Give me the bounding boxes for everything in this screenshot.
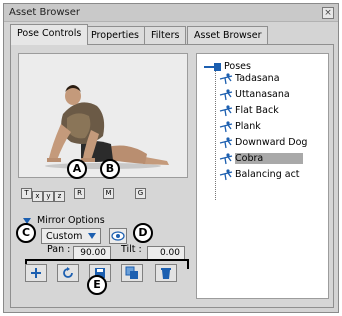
tree-item-label: Tadasana <box>235 73 280 84</box>
tree-item-cobra[interactable]: Cobra <box>219 152 304 165</box>
duplicate-pose-button[interactable] <box>121 264 143 282</box>
pose-figure-icon <box>219 104 233 116</box>
view-button-t[interactable]: T <box>21 188 32 199</box>
mirror-options-label: Mirror Options <box>37 215 105 226</box>
pose-figure-icon <box>219 72 233 84</box>
tree-item-balancing-act[interactable]: Balancing act <box>219 168 300 181</box>
duplicate-icon <box>125 266 138 279</box>
callout-e: E <box>87 275 107 295</box>
trash-icon <box>161 268 171 279</box>
tree-item-label: Balancing act <box>235 169 300 180</box>
pose-figure-icon <box>219 136 233 148</box>
pose-figure-icon <box>219 88 233 100</box>
refresh-icon <box>63 267 73 278</box>
tree-item-label: Cobra <box>235 153 304 164</box>
pan-field[interactable]: 90.00 <box>73 246 111 260</box>
view-button-g[interactable]: G <box>135 188 146 199</box>
tilt-field[interactable]: 0.00 <box>147 246 185 260</box>
tree-item-uttanasana[interactable]: Uttanasana <box>219 88 290 101</box>
collapse-node-icon <box>204 62 221 71</box>
tree-root-poses[interactable]: Poses <box>203 61 251 72</box>
view-button-r[interactable]: R <box>74 188 85 199</box>
tree-root-label: Poses <box>224 61 251 72</box>
pose-tree: Poses Tadasana Uttanasana Flat Back Plan… <box>196 53 329 299</box>
callout-d: D <box>133 223 153 243</box>
tree-item-label: Downward Dog <box>235 137 308 148</box>
tab-filters[interactable]: Filters <box>144 26 187 44</box>
tree-item-downward-dog[interactable]: Downward Dog <box>219 136 307 149</box>
tree-item-tadasana[interactable]: Tadasana <box>219 72 280 85</box>
view-button-y[interactable]: y <box>43 191 54 202</box>
refresh-button[interactable] <box>57 264 79 282</box>
tab-asset-browser[interactable]: Asset Browser <box>187 26 269 44</box>
mirror-options-header[interactable]: Mirror Options <box>23 215 105 226</box>
pose-figure-icon <box>219 152 233 164</box>
eye-icon <box>111 231 125 241</box>
visibility-toggle-button[interactable] <box>109 228 127 244</box>
mirror-mode-value: Custom <box>46 231 83 242</box>
view-button-m[interactable]: M <box>103 188 114 199</box>
plus-icon <box>31 268 41 278</box>
figure-preview-icon <box>45 85 169 169</box>
title-bar: Asset Browser × <box>4 4 338 22</box>
callout-e-bracket <box>25 259 189 261</box>
mirror-mode-dropdown[interactable]: Custom <box>41 228 101 244</box>
tree-connector <box>215 71 216 200</box>
view-button-x[interactable]: x <box>32 191 43 202</box>
close-button[interactable]: × <box>322 7 334 19</box>
asset-browser-panel: Asset Browser × Pose Controls Properties… <box>3 3 339 313</box>
tree-item-label: Uttanasana <box>235 89 290 100</box>
tree-item-plank[interactable]: Plank <box>219 120 261 133</box>
tilt-label: Tilt : <box>121 244 142 255</box>
tree-item-label: Plank <box>235 121 261 132</box>
tree-item-label: Flat Back <box>235 105 279 116</box>
tab-pose-controls[interactable]: Pose Controls <box>10 24 89 45</box>
pose-controls-content: T x y z R M G A B Mirror Options C Custo… <box>10 44 334 308</box>
pose-figure-icon <box>219 168 233 180</box>
view-button-z[interactable]: z <box>54 191 65 202</box>
callout-c: C <box>16 223 36 243</box>
pan-label: Pan : <box>47 244 71 255</box>
delete-pose-button[interactable] <box>155 264 177 282</box>
pose-figure-icon <box>219 120 233 132</box>
callout-a: A <box>67 159 87 179</box>
3d-viewport[interactable] <box>18 53 188 178</box>
tab-properties[interactable]: Properties <box>84 26 147 44</box>
tree-item-flat-back[interactable]: Flat Back <box>219 104 279 117</box>
callout-b: B <box>100 159 120 179</box>
callout-e-bracket-right <box>187 259 189 269</box>
add-pose-button[interactable] <box>25 264 47 282</box>
window-title: Asset Browser <box>9 7 81 18</box>
dropdown-arrow-icon <box>88 233 96 239</box>
